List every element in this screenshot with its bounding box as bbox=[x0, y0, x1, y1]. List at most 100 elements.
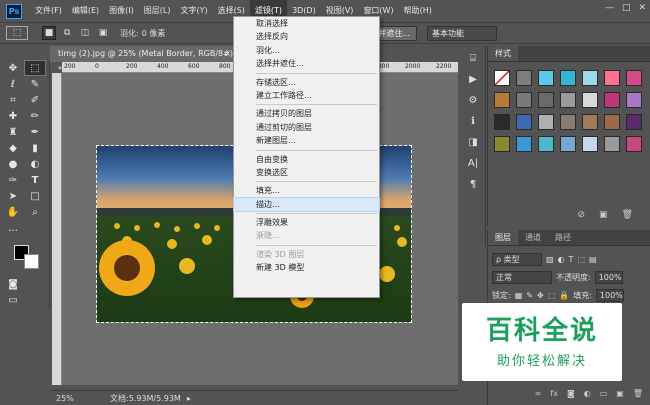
new-layer-icon[interactable]: ▣ bbox=[616, 389, 624, 403]
maximize-button[interactable]: □ bbox=[622, 3, 631, 13]
style-swatch[interactable] bbox=[516, 136, 532, 152]
filter-smart-icon[interactable]: ▤ bbox=[589, 255, 597, 264]
link-layers-icon[interactable]: ∞ bbox=[535, 389, 542, 403]
style-swatch[interactable] bbox=[604, 136, 620, 152]
gradient-tool-icon[interactable]: ▮ bbox=[24, 140, 46, 156]
context-menu-item[interactable]: 选择并遮住... bbox=[234, 57, 379, 70]
style-swatch[interactable] bbox=[626, 114, 642, 130]
hand-tool-icon[interactable]: ✋ bbox=[2, 204, 24, 220]
filter-type-icon[interactable]: T bbox=[569, 255, 574, 264]
minimize-button[interactable]: — bbox=[605, 3, 614, 13]
character-icon[interactable]: A| bbox=[463, 154, 483, 172]
document-tab[interactable]: timg (2).jpg @ 25% (Metal Border, RGB/8#… bbox=[50, 46, 236, 74]
subtract-selection-icon[interactable]: ◫ bbox=[78, 26, 92, 40]
context-menu-item[interactable]: 填充... bbox=[234, 184, 379, 197]
style-swatch[interactable] bbox=[538, 92, 554, 108]
marquee-preset-icon[interactable]: ⬚ bbox=[6, 26, 28, 40]
play-action-icon[interactable]: ▶ bbox=[463, 70, 483, 88]
eyedropper-tool-icon[interactable]: ✐ bbox=[24, 92, 46, 108]
new-selection-icon[interactable]: ■ bbox=[42, 26, 56, 40]
eraser-tool-icon[interactable]: ◆ bbox=[2, 140, 24, 156]
lasso-tool-icon[interactable]: ℓ bbox=[2, 76, 24, 92]
context-menu-item[interactable]: 建立工作路径... bbox=[234, 89, 379, 102]
adjustment-layer-icon[interactable]: ◐ bbox=[584, 389, 591, 403]
context-menu-item[interactable]: 羽化... bbox=[234, 44, 379, 57]
style-swatch[interactable] bbox=[494, 114, 510, 130]
tab-layers[interactable]: 图层 bbox=[488, 230, 518, 245]
intersect-selection-icon[interactable]: ▣ bbox=[96, 26, 110, 40]
menu-item[interactable]: 文字(Y) bbox=[175, 0, 212, 22]
context-menu-item[interactable]: 新建 3D 模型 bbox=[234, 261, 379, 274]
style-swatch[interactable] bbox=[560, 114, 576, 130]
screen-mode-icon[interactable]: ▭ bbox=[2, 292, 24, 308]
style-swatch[interactable] bbox=[560, 70, 576, 86]
menu-item[interactable]: 编辑(E) bbox=[67, 0, 104, 22]
style-swatch[interactable] bbox=[582, 136, 598, 152]
delete-style-icon[interactable]: 🗑 bbox=[622, 210, 633, 224]
healing-tool-icon[interactable]: ✚ bbox=[2, 108, 24, 124]
context-menu-item[interactable]: 通过拷贝的图层 bbox=[234, 107, 379, 120]
properties-icon[interactable]: ⚙ bbox=[463, 91, 483, 109]
lock-artboard-icon[interactable]: ⬚ bbox=[548, 291, 556, 300]
new-group-icon[interactable]: ▭ bbox=[600, 389, 608, 403]
move-tool-icon[interactable]: ✥ bbox=[2, 60, 24, 76]
brush-tool-icon[interactable]: ✏ bbox=[24, 108, 46, 124]
dodge-tool-icon[interactable]: ◐ bbox=[24, 156, 46, 172]
style-swatch[interactable] bbox=[516, 114, 532, 130]
more-tools-icon[interactable]: … bbox=[2, 220, 24, 236]
history-icon[interactable]: ⌸ bbox=[463, 49, 483, 67]
document-info[interactable]: 文档:5.93M/5.93M bbox=[110, 393, 181, 404]
workspace-select[interactable]: 基本功能 bbox=[426, 25, 497, 41]
style-swatch[interactable] bbox=[494, 136, 510, 152]
layer-filter-select[interactable]: ρ 类型 bbox=[492, 252, 542, 266]
context-menu-item[interactable]: 变换选区 bbox=[234, 166, 379, 179]
context-menu-item[interactable]: 通过剪切的图层 bbox=[234, 121, 379, 134]
rectangle-tool-icon[interactable]: □ bbox=[24, 188, 46, 204]
new-style-icon[interactable]: ▣ bbox=[599, 210, 608, 224]
style-swatch[interactable] bbox=[582, 92, 598, 108]
style-swatch[interactable] bbox=[582, 70, 598, 86]
feather-value[interactable]: 0 像素 bbox=[142, 28, 166, 39]
style-swatch[interactable] bbox=[560, 136, 576, 152]
style-swatch[interactable] bbox=[604, 114, 620, 130]
style-swatch[interactable] bbox=[626, 136, 642, 152]
filter-adjust-icon[interactable]: ◐ bbox=[558, 255, 565, 264]
context-menu-item[interactable]: 存储选区... bbox=[234, 76, 379, 89]
style-swatch[interactable] bbox=[626, 70, 642, 86]
context-menu-item[interactable]: 选择反向 bbox=[234, 30, 379, 43]
blend-mode-select[interactable]: 正常 bbox=[492, 270, 552, 284]
quick-select-tool-icon[interactable]: ✎ bbox=[24, 76, 46, 92]
zoom-tool-icon[interactable]: ⌕ bbox=[24, 204, 46, 220]
no-style-swatch[interactable] bbox=[494, 70, 510, 86]
tab-channels[interactable]: 通道 bbox=[518, 230, 548, 245]
paragraph-icon[interactable]: ¶ bbox=[463, 175, 483, 193]
context-menu-item[interactable]: 新建图层... bbox=[234, 134, 379, 147]
lock-move-icon[interactable]: ✥ bbox=[537, 291, 544, 300]
pen-tool-icon[interactable]: ✑ bbox=[2, 172, 24, 188]
add-selection-icon[interactable]: ⧉ bbox=[60, 26, 74, 40]
marquee-tool-icon[interactable]: ⬚ bbox=[24, 60, 46, 76]
zoom-level[interactable]: 25% bbox=[50, 394, 80, 403]
style-swatch[interactable] bbox=[538, 114, 554, 130]
clear-style-icon[interactable]: ⊘ bbox=[578, 210, 586, 224]
style-swatch[interactable] bbox=[582, 114, 598, 130]
context-menu-item[interactable]: 自由变换 bbox=[234, 153, 379, 166]
opacity-input[interactable]: 100% bbox=[594, 270, 623, 284]
menu-item[interactable]: 文件(F) bbox=[30, 0, 67, 22]
style-swatch[interactable] bbox=[516, 92, 532, 108]
lock-all-icon[interactable]: 🔒 bbox=[559, 291, 569, 300]
style-swatch[interactable] bbox=[604, 92, 620, 108]
crop-tool-icon[interactable]: ⌗ bbox=[2, 92, 24, 108]
blur-tool-icon[interactable]: ● bbox=[2, 156, 24, 172]
lock-pixels-icon[interactable]: ▦ bbox=[515, 291, 523, 300]
style-swatch[interactable] bbox=[626, 92, 642, 108]
style-swatch[interactable] bbox=[560, 92, 576, 108]
context-menu-item[interactable]: 描边... bbox=[233, 196, 380, 213]
tab-styles[interactable]: 样式 bbox=[488, 46, 518, 61]
fill-input[interactable]: 100% bbox=[595, 288, 624, 302]
path-select-icon[interactable]: ➤ bbox=[2, 188, 24, 204]
menu-item[interactable]: 帮助(H) bbox=[399, 0, 437, 22]
close-button[interactable]: ✕ bbox=[638, 3, 646, 13]
lock-paint-icon[interactable]: ✎ bbox=[526, 291, 533, 300]
style-swatch[interactable] bbox=[538, 70, 554, 86]
